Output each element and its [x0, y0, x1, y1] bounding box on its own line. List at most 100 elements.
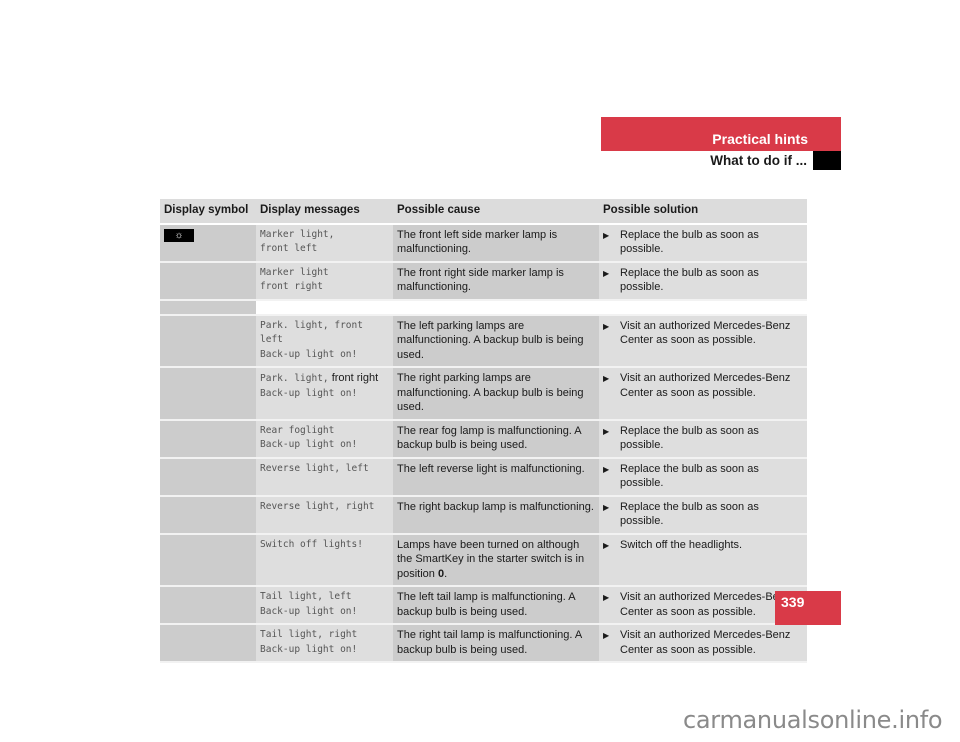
cause-text: The left tail lamp is malfunctioning. A …: [397, 591, 575, 618]
solution-text: Replace the bulb as soon as possible.: [620, 228, 759, 256]
message-line-1: Marker light,: [260, 228, 335, 240]
symbol-cell: [160, 261, 256, 301]
cause-text: The left reverse light is malfunctioning…: [397, 462, 585, 475]
message-line-2: Back-up light on!: [260, 643, 358, 655]
solution-cell: ▶ Replace the bulb as soon as possible.: [599, 419, 807, 459]
message-cell: Switch off lights!: [256, 533, 393, 587]
message-line-1: Park. light, front left: [260, 319, 363, 346]
bullet-arrow-icon: ▶: [603, 593, 610, 602]
symbol-cell: ☼: [160, 223, 256, 263]
cause-cell: Lamps have been turned on although the S…: [393, 533, 599, 587]
display-messages-table: Display symbol Display messages Possible…: [160, 199, 807, 663]
symbol-cell: [160, 586, 256, 625]
cause-cell: The left reverse light is malfunctioning…: [393, 457, 599, 497]
message-line-1-plain: front right: [328, 372, 379, 384]
bullet-arrow-icon: ▶: [603, 502, 610, 512]
cause-text: The right tail lamp is malfunctioning. A…: [397, 629, 582, 656]
table-row: Tail light, left Back-up light on! The lef…: [160, 586, 807, 625]
solution-text: Switch off the headlights.: [620, 538, 743, 551]
bullet-arrow-icon: ▶: [603, 464, 610, 474]
column-header: Possible solution: [599, 199, 807, 225]
bullet-arrow-icon: ▶: [603, 268, 610, 278]
cause-cell: The right parking lamps are malfunctioni…: [393, 367, 599, 421]
bullet-arrow-icon: ▶: [603, 631, 610, 640]
cause-text: The front right side marker lamp is malf…: [397, 266, 564, 294]
symbol-cell: [160, 314, 256, 368]
cause-cell: The rear fog lamp is malfunctioning. A b…: [393, 419, 599, 459]
cause-cell: The right tail lamp is malfunctioning. A…: [393, 624, 599, 663]
bullet-arrow-icon: ▶: [603, 540, 610, 550]
solution-text: Replace the bulb as soon as possible.: [620, 462, 759, 490]
column-header: Possible cause: [393, 199, 599, 225]
message-line-2: Back-up light on!: [260, 387, 358, 399]
message-cell: Reverse light, right: [256, 495, 393, 535]
cause-text: The rear fog lamp is malfunctioning. A b…: [397, 424, 582, 452]
solution-cell: ▶ Visit an authorized Mercedes-Benz Cente…: [599, 314, 807, 368]
table-row: Rear foglight Back-up light on! The rear f…: [160, 419, 807, 459]
solution-cell: ▶ Replace the bulb as soon as possible.: [599, 457, 807, 497]
message-cell: Tail light, left Back-up light on!: [256, 586, 393, 625]
bullet-arrow-icon: ▶: [603, 230, 610, 240]
message-line-1: Park. light,: [260, 373, 329, 384]
message-cell: Marker light, front left: [256, 223, 393, 263]
cause-cell: The right backup lamp is malfunctioning.: [393, 495, 599, 535]
symbol-cell: [160, 533, 256, 587]
message-line-2: Back-up light on!: [260, 605, 358, 617]
bullet-arrow-icon: ▶: [603, 426, 610, 436]
cause-cell: The front left side marker lamp is malfu…: [393, 223, 599, 263]
row-gap: [160, 299, 807, 316]
symbol-cell: [160, 495, 256, 535]
message-cell: Rear foglight Back-up light on!: [256, 419, 393, 459]
message-line-1: Reverse light, left: [260, 462, 369, 474]
symbol-cell: [160, 419, 256, 459]
table-row: Tail light, right Back-up light on! The ri…: [160, 624, 807, 663]
table-row: ☼ Marker light, front left The front left s…: [160, 223, 807, 263]
message-line-1: Tail light, right: [260, 629, 358, 640]
table-header-row: Display symbol Display messages Possible…: [160, 199, 807, 225]
cause-end: .: [444, 567, 448, 580]
cause-text: Lamps have been turned on although the S…: [397, 538, 585, 580]
message-cell: Tail light, right Back-up light on!: [256, 624, 393, 663]
message-line-1: Reverse light, right: [260, 500, 375, 512]
message-cell: Park. light, front right Back-up light on…: [256, 367, 393, 421]
solution-text: Replace the bulb as soon as possible.: [620, 266, 759, 294]
message-line-2: front left: [260, 243, 318, 254]
solution-text: Visit an authorized Mercedes-Benz Center…: [620, 319, 791, 347]
cause-cell: The left tail lamp is malfunctioning. A …: [393, 586, 599, 625]
table-row: Marker light front right The front right s…: [160, 261, 807, 301]
solution-cell: ▶ Visit an authorized Mercedes-Benz Cente…: [599, 624, 807, 663]
watermark: carmanualsonline.info: [683, 706, 943, 734]
cause-cell: The front right side marker lamp is malf…: [393, 261, 599, 301]
symbol-cell: [160, 367, 256, 421]
solution-cell: ▶ Replace the bulb as soon as possible.: [599, 261, 807, 301]
solution-cell: ▶ Switch off the headlights.: [599, 533, 807, 587]
message-line-2: Back-up light on!: [260, 348, 358, 360]
message-cell: Park. light, front left Back-up light on!: [256, 314, 393, 368]
solution-text: Replace the bulb as soon as possible.: [620, 500, 759, 528]
column-header: Display messages: [256, 199, 393, 225]
message-cell: Marker light front right: [256, 261, 393, 301]
table-row: Park. light, front left Back-up light on!…: [160, 314, 807, 368]
section-marker: [813, 151, 841, 170]
message-line-1: Switch off lights!: [260, 538, 363, 550]
section-title: Practical hints: [712, 131, 808, 147]
symbol-cell: [160, 457, 256, 497]
symbol-cell: [160, 624, 256, 663]
solution-cell: ▶ Visit an authorized Mercedes-Benz Cente…: [599, 367, 807, 421]
cause-cell: The left parking lamps are malfunctionin…: [393, 314, 599, 368]
solution-text: Visit an authorized Mercedes-Benz Center…: [620, 629, 791, 656]
message-line-1: Rear foglight: [260, 424, 335, 436]
lamp-icon: ☼: [164, 228, 194, 242]
table-row: Park. light, front right Back-up light on…: [160, 367, 807, 421]
bullet-arrow-icon: ▶: [603, 321, 610, 331]
table-row: Switch off lights! Lamps have been turned…: [160, 533, 807, 587]
solution-text: Replace the bulb as soon as possible.: [620, 424, 759, 452]
section-title-bar: Practical hints: [601, 117, 841, 151]
bullet-arrow-icon: ▶: [603, 374, 610, 383]
message-line-1: Tail light, left: [260, 591, 352, 602]
cause-text: The right parking lamps are malfunctioni…: [397, 372, 584, 413]
table-row: Reverse light, left The left reverse ligh…: [160, 457, 807, 497]
message-line-2: front right: [260, 281, 323, 292]
cause-text: The right backup lamp is malfunctioning.: [397, 500, 594, 513]
solution-cell: ▶ Replace the bulb as soon as possible.: [599, 495, 807, 535]
